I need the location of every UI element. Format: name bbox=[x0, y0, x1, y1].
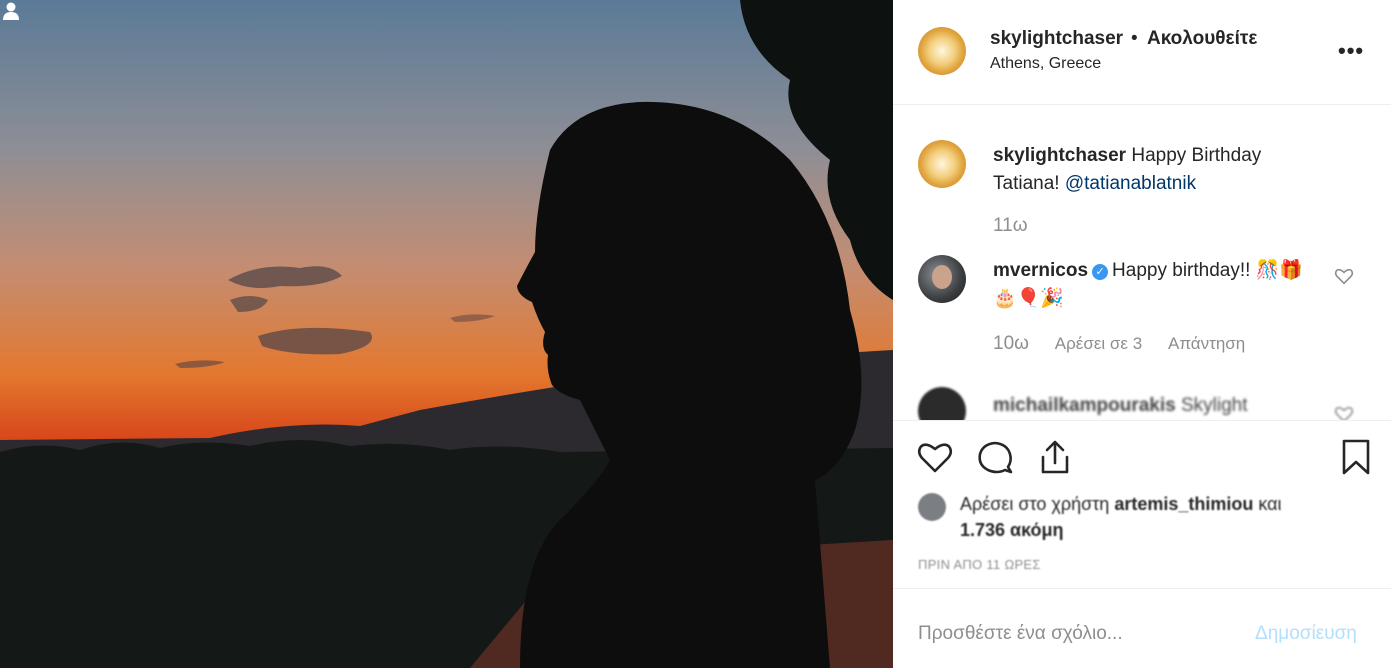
add-comment-bar: Προσθέστε ένα σχόλιο... Δημοσίευση bbox=[893, 588, 1391, 669]
comment-time[interactable]: 10ω bbox=[993, 333, 1029, 354]
likes-text: Αρέσει στο χρήστη artemis_thimiou και 1.… bbox=[960, 491, 1380, 543]
liker-avatar[interactable] bbox=[918, 493, 946, 521]
comment-text-block: mvernicos ✓ Happy birthday!! 🎊🎁🎂🎈🎉 bbox=[993, 257, 1313, 313]
comment-reply-button[interactable]: Απάντηση bbox=[1168, 334, 1245, 353]
liker-username[interactable]: artemis_thimiou bbox=[1114, 494, 1253, 514]
caption-mention[interactable]: @tatianablatnik bbox=[1065, 173, 1196, 194]
caption-avatar[interactable] bbox=[918, 140, 966, 188]
comment-meta: 10ω Αρέσει σε 3 Απάντηση bbox=[993, 333, 1267, 355]
comments-list[interactable]: skylightchaser Happy Birthday Tatiana! @… bbox=[893, 105, 1391, 420]
caption-username[interactable]: skylightchaser bbox=[993, 145, 1126, 166]
follow-status[interactable]: Ακολουθείτε bbox=[1147, 28, 1257, 50]
more-options-icon[interactable]: ••• bbox=[1338, 38, 1364, 64]
likes-suffix: και bbox=[1253, 494, 1282, 514]
share-icon[interactable] bbox=[1035, 437, 1075, 477]
post-header: skylightchaser • Ακολουθείτε Athens, Gre… bbox=[893, 0, 1391, 105]
author-avatar[interactable] bbox=[918, 27, 966, 75]
post-comment-button[interactable]: Δημοσίευση bbox=[1255, 623, 1357, 645]
post-photo[interactable] bbox=[0, 0, 893, 668]
verified-badge-icon: ✓ bbox=[1092, 264, 1109, 280]
header-separator: • bbox=[1131, 28, 1138, 49]
comment-username[interactable]: mvernicos bbox=[993, 260, 1088, 281]
heart-icon[interactable] bbox=[915, 437, 955, 477]
comment-avatar[interactable] bbox=[918, 387, 966, 420]
author-username[interactable]: skylightchaser bbox=[990, 28, 1123, 50]
comment-icon[interactable] bbox=[975, 437, 1015, 477]
comment-text-block: michailkampourakis Skylight bbox=[993, 395, 1248, 417]
comment-avatar[interactable] bbox=[918, 255, 966, 303]
caption: skylightchaser Happy Birthday Tatiana! @… bbox=[993, 142, 1323, 198]
post-side-panel: skylightchaser • Ακολουθείτε Athens, Gre… bbox=[893, 0, 1391, 668]
bookmark-icon[interactable] bbox=[1336, 437, 1376, 477]
comment-text: Skylight bbox=[1180, 395, 1248, 416]
comment-likes[interactable]: Αρέσει σε 3 bbox=[1055, 334, 1142, 353]
comment-like-heart-icon[interactable] bbox=[1333, 403, 1355, 420]
likes-count[interactable]: 1.736 ακόμη bbox=[960, 520, 1064, 540]
user-tag-icon[interactable] bbox=[0, 0, 22, 22]
add-comment-input[interactable]: Προσθέστε ένα σχόλιο... bbox=[918, 623, 1123, 645]
post-timestamp[interactable]: ΠΡΙΝ ΑΠΟ 11 ΩΡΕΣ bbox=[918, 557, 1041, 572]
post-actions: Αρέσει στο χρήστη artemis_thimiou και 1.… bbox=[893, 420, 1391, 589]
sunset-silhouette-image bbox=[0, 0, 893, 668]
comment-like-heart-icon[interactable] bbox=[1333, 265, 1355, 287]
post-location[interactable]: Athens, Greece bbox=[990, 55, 1101, 73]
comment-username[interactable]: michailkampourakis bbox=[993, 395, 1176, 416]
caption-time[interactable]: 11ω bbox=[993, 215, 1028, 237]
likes-prefix: Αρέσει στο χρήστη bbox=[960, 494, 1115, 514]
